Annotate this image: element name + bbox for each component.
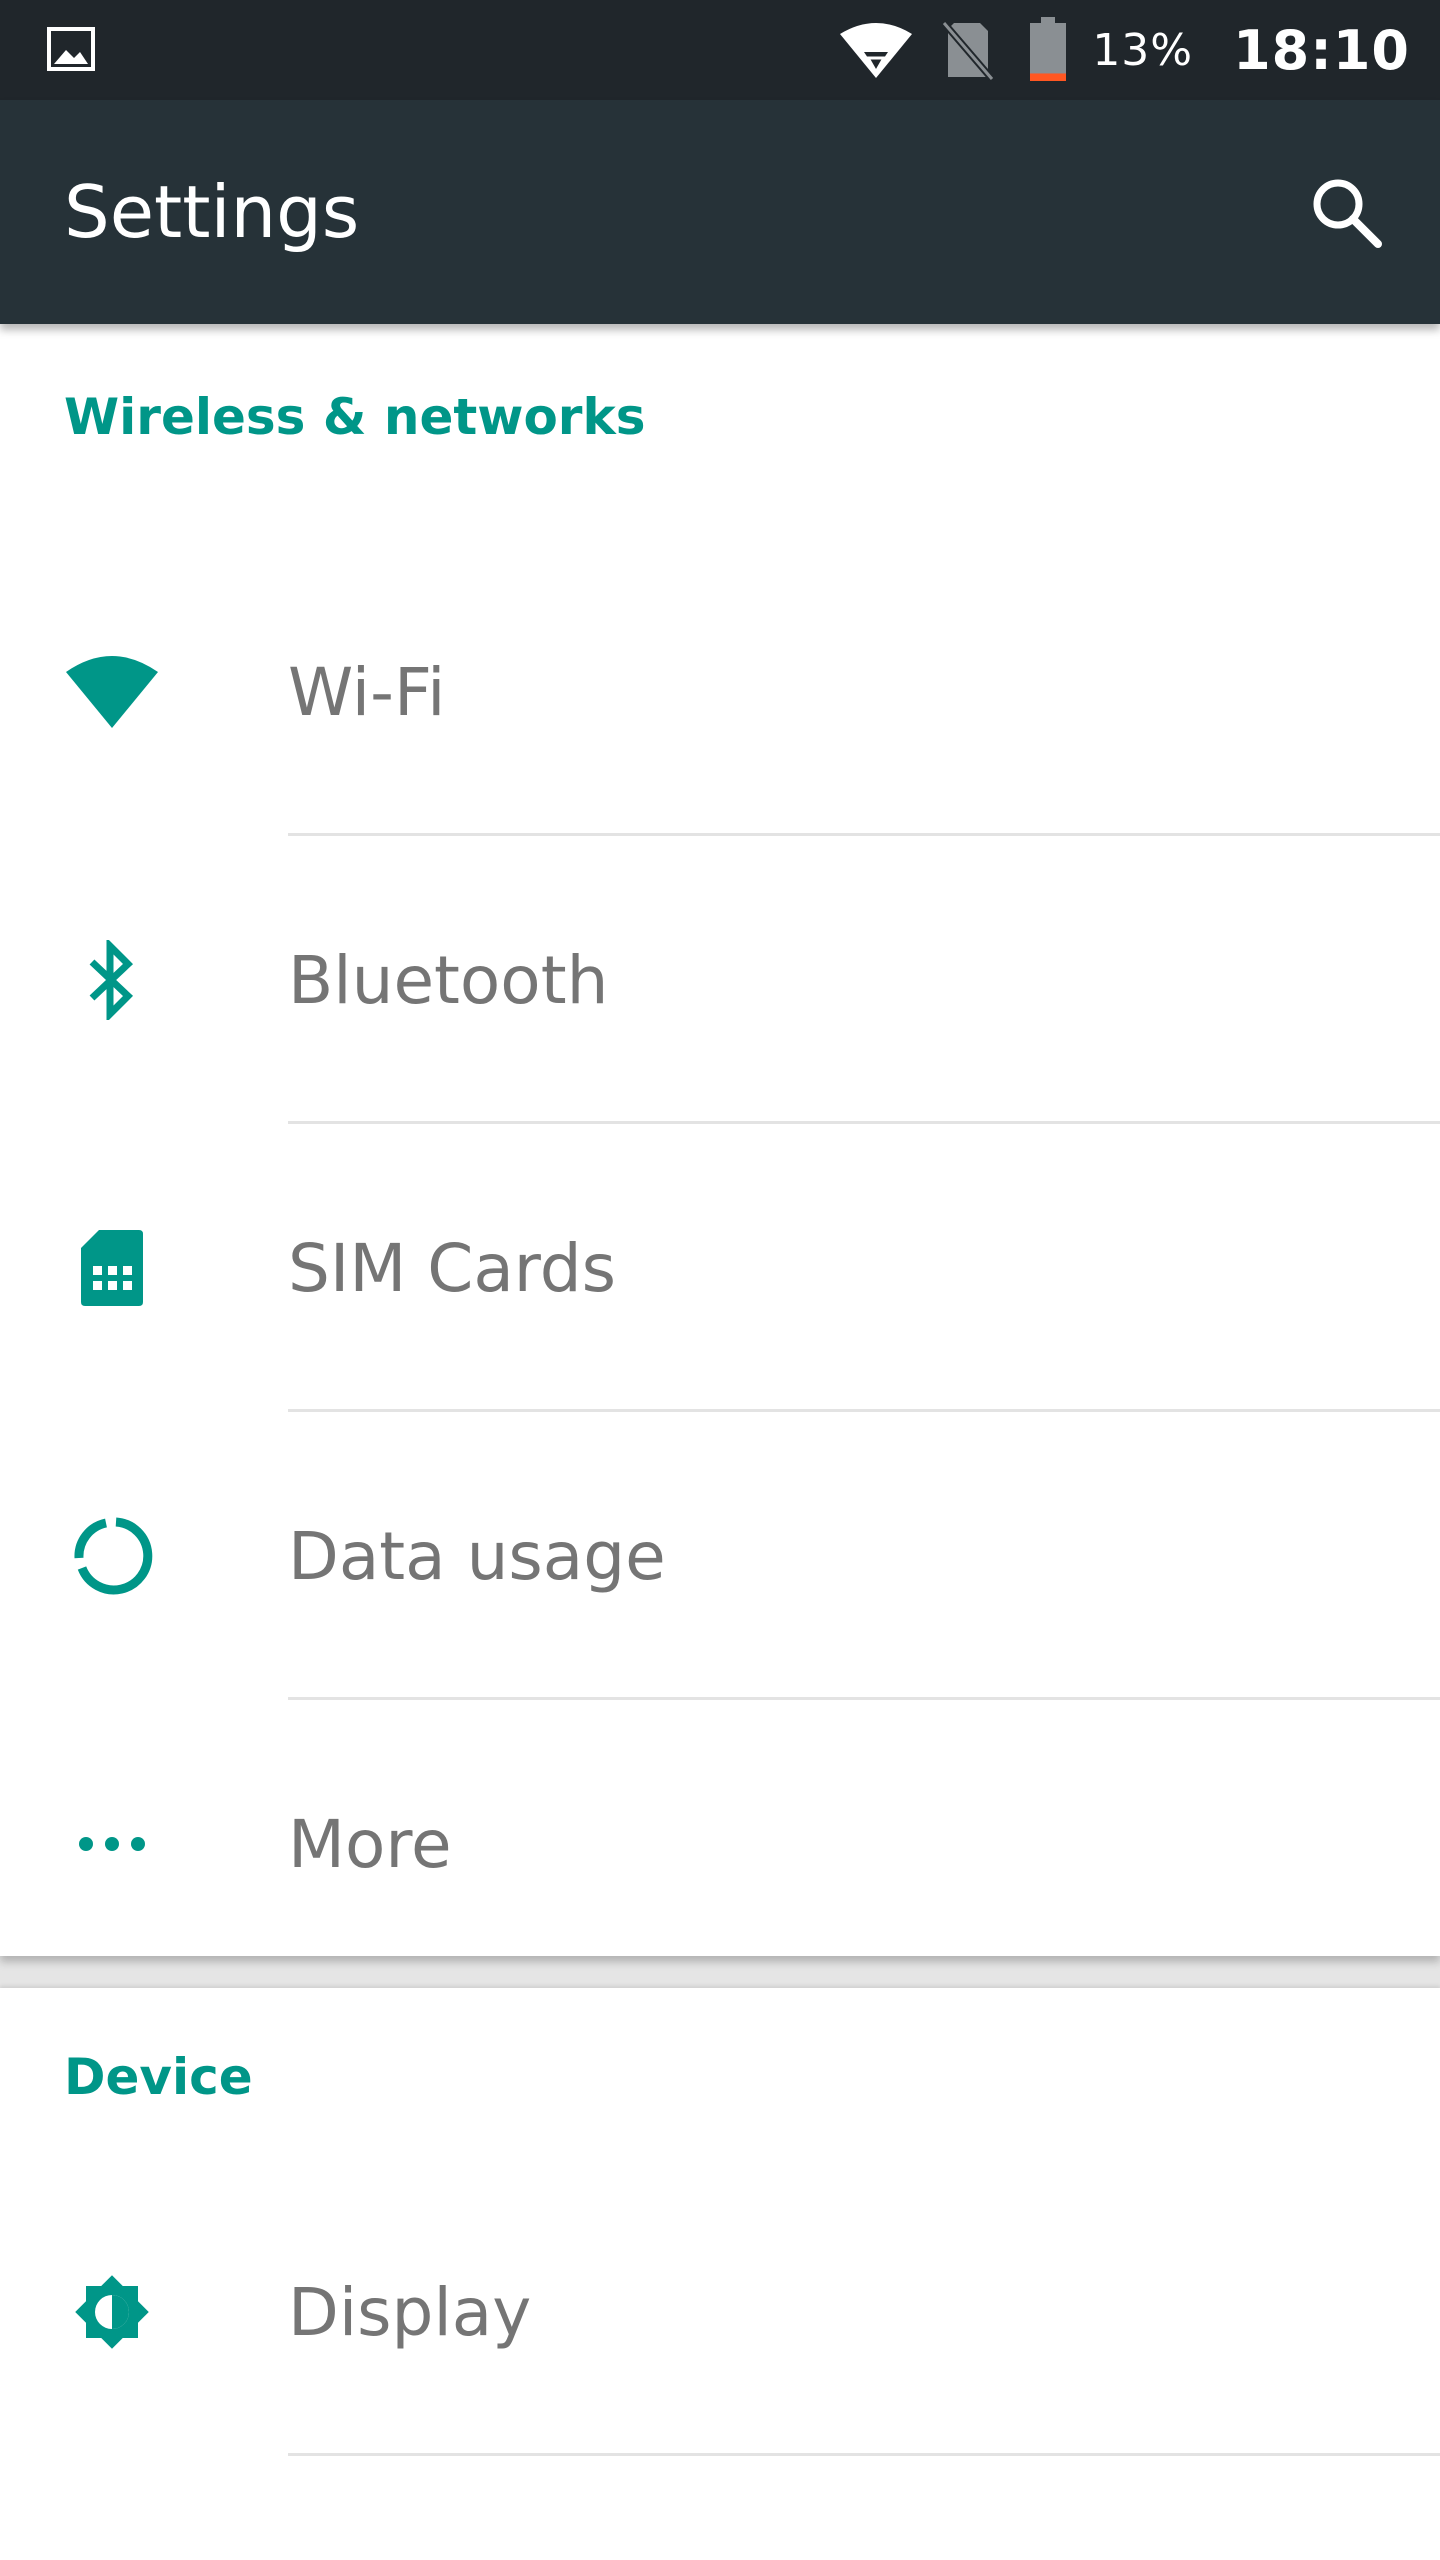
data-usage-icon <box>60 1516 164 1596</box>
wifi-signal-icon <box>840 23 913 78</box>
sim-card-icon <box>60 1228 164 1308</box>
settings-item-more[interactable]: More <box>0 1700 1440 1988</box>
settings-item-bluetooth[interactable]: Bluetooth <box>0 836 1440 1124</box>
section-header-device: Device <box>64 2048 253 2106</box>
clock: 18:10 <box>1233 18 1410 82</box>
app-bar: Settings <box>0 100 1440 324</box>
bluetooth-icon <box>60 940 164 1020</box>
status-bar: 13% 18:10 <box>0 0 1440 100</box>
settings-item-label: SIM Cards <box>288 1229 617 1307</box>
no-sim-icon <box>941 20 995 81</box>
settings-item-display[interactable]: Display <box>0 2168 1440 2456</box>
gallery-notification-icon <box>46 24 96 74</box>
search-button[interactable] <box>1308 174 1384 250</box>
settings-item-data-usage[interactable]: Data usage <box>0 1412 1440 1700</box>
settings-item-sim-cards[interactable]: SIM Cards <box>0 1124 1440 1412</box>
settings-item-label: Bluetooth <box>288 941 609 1019</box>
settings-item-label: Data usage <box>288 1517 666 1595</box>
wifi-icon <box>60 652 164 732</box>
battery-percent: 13% <box>1092 24 1194 76</box>
search-icon <box>1313 179 1382 248</box>
settings-item-label: More <box>288 1805 452 1883</box>
wireless-networks-section: Wireless & networks Wi-Fi Bluetooth SIM … <box>0 324 1440 1956</box>
divider <box>288 2453 1440 2456</box>
display-brightness-icon <box>60 2272 164 2352</box>
settings-item-label: Display <box>288 2273 532 2351</box>
settings-item-label: Wi-Fi <box>288 653 446 731</box>
device-section: Device Display <box>0 1988 1440 2560</box>
battery-icon <box>1030 17 1067 81</box>
settings-item-wifi[interactable]: Wi-Fi <box>0 548 1440 836</box>
page-title: Settings <box>64 170 360 254</box>
more-dots-icon <box>60 1804 164 1884</box>
section-header-wireless: Wireless & networks <box>64 388 646 446</box>
